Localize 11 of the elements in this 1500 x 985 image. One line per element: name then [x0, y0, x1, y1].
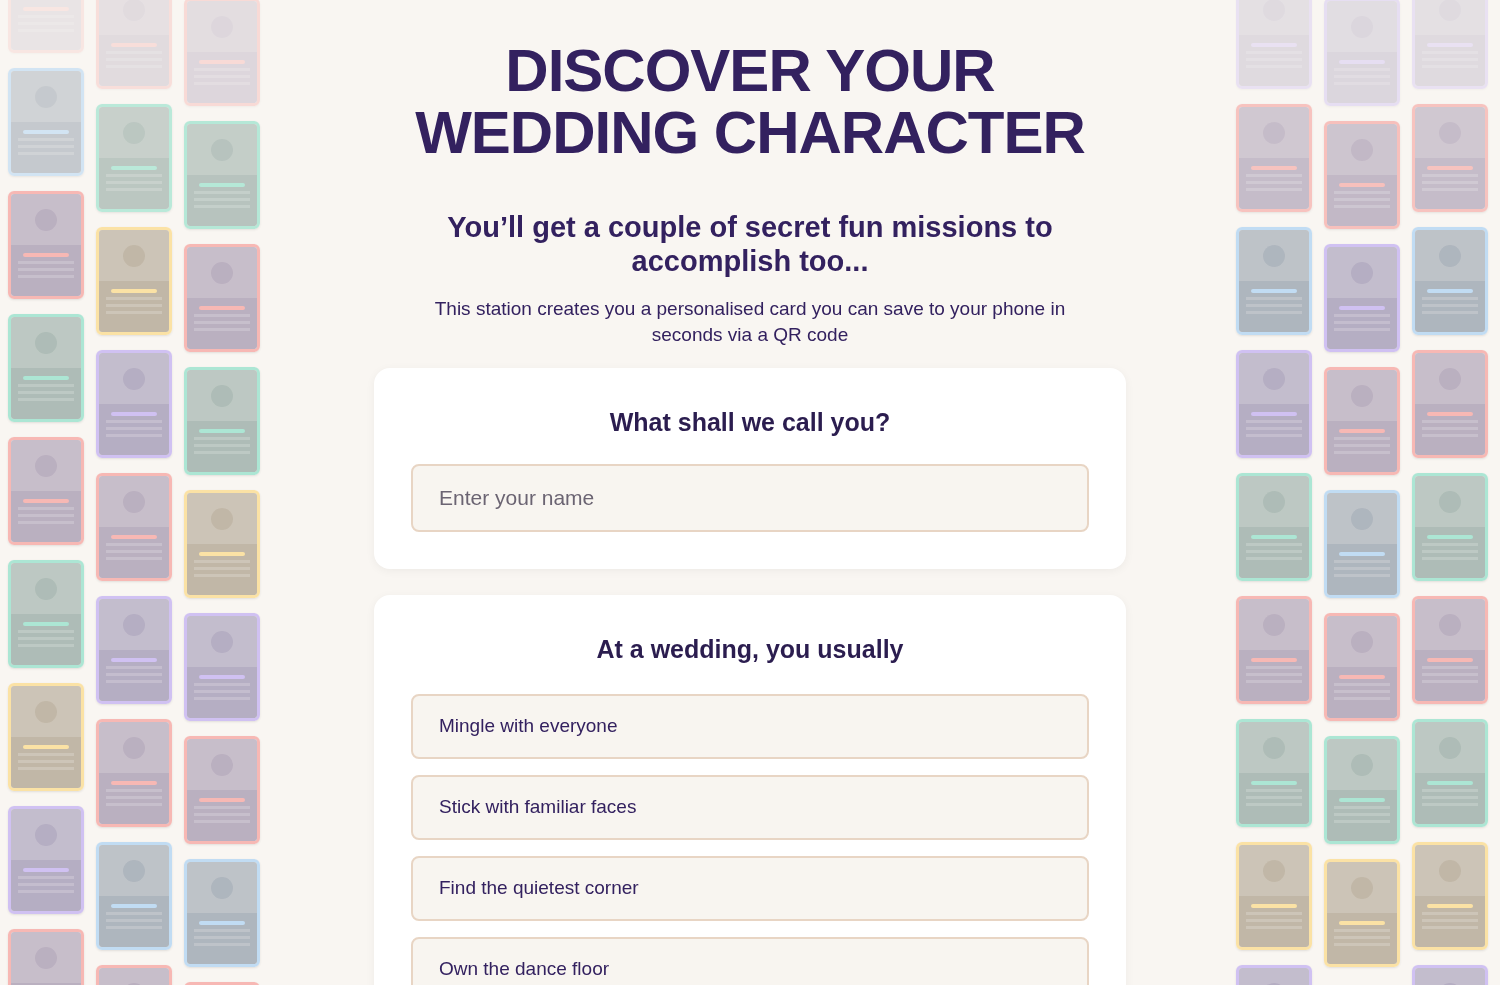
intro-text: This station creates you a personalised card you can save to your phone in seconds via a QR code	[433, 297, 1067, 347]
subtitle: You’ll get a couple of secret fun missions to accomplish too...	[446, 210, 1054, 278]
name-input[interactable]: Enter your name	[411, 463, 1089, 532]
title-line: WEDDING CHARACTER	[415, 102, 1085, 164]
title-line: DISCOVER YOUR	[505, 40, 995, 102]
card-heading: What shall we call you?	[609, 407, 891, 438]
answer-option[interactable]: Find the quietest corner	[411, 856, 1089, 921]
answer-option[interactable]: Stick with familiar faces	[411, 775, 1089, 840]
card-heading: At a wedding, you usually	[596, 633, 904, 665]
answer-option[interactable]: Mingle with everyone	[411, 694, 1089, 759]
answer-option[interactable]: Own the dance floor	[411, 937, 1089, 985]
